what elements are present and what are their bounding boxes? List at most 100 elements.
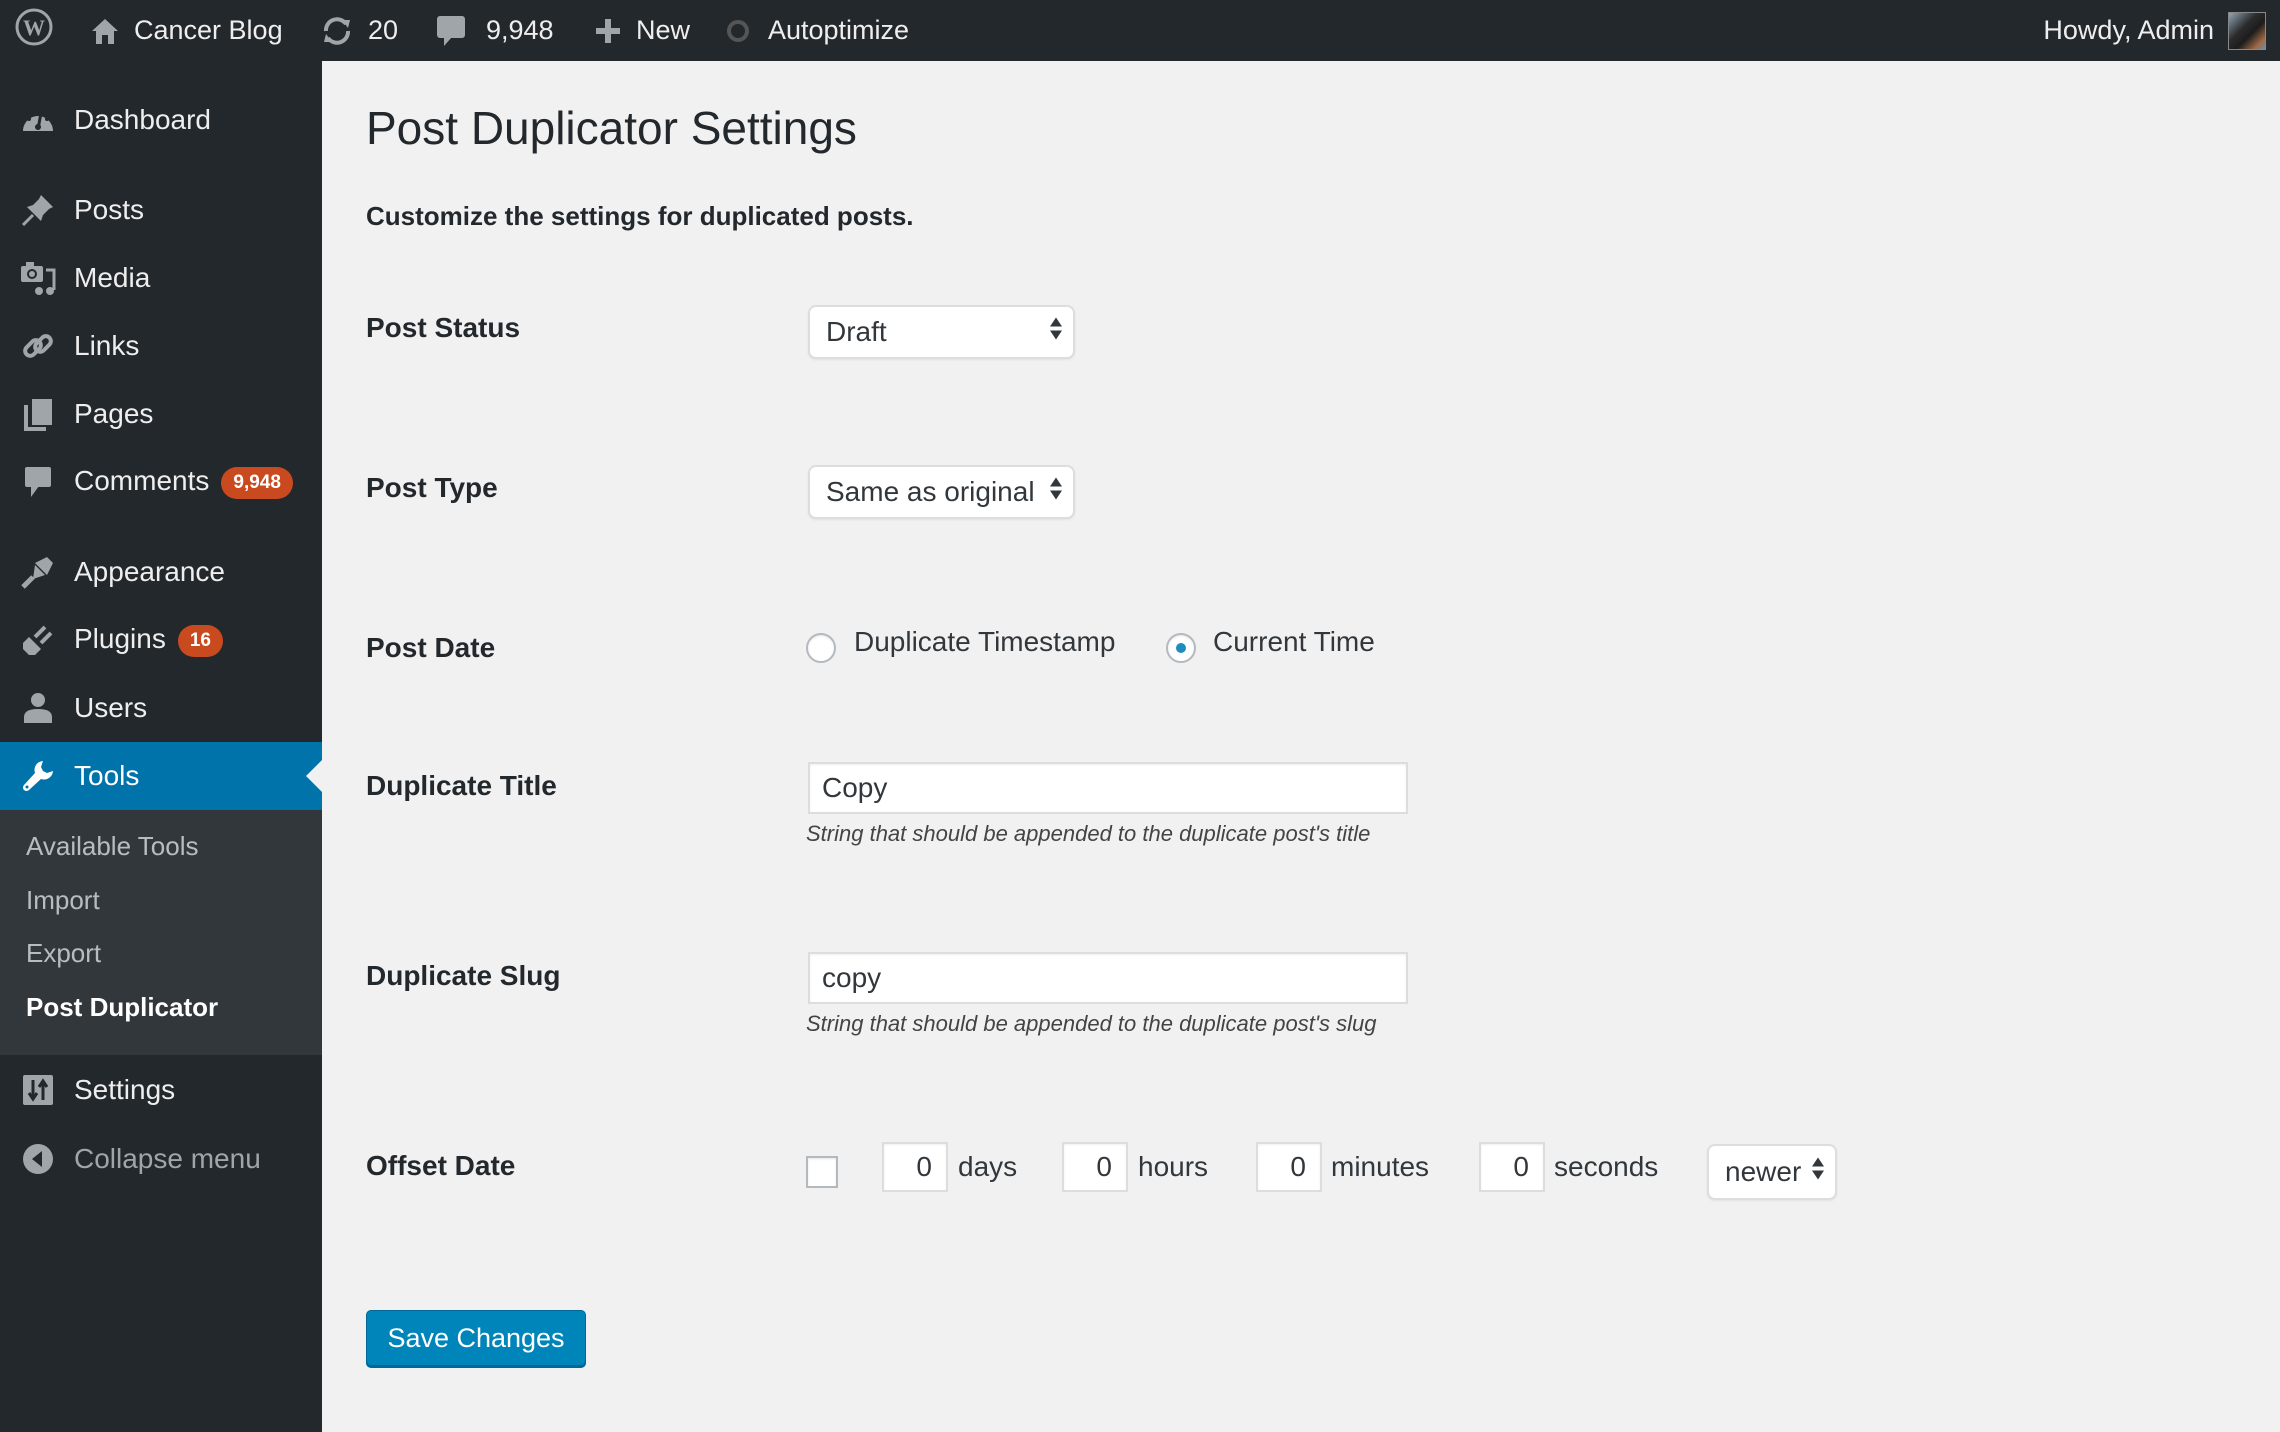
sidebar-item-label: Collapse menu [74, 1143, 261, 1174]
sidebar-item-label: Links [74, 330, 140, 361]
sidebar-item-media[interactable]: Media [0, 246, 322, 310]
updates-link[interactable]: 20 [320, 0, 398, 61]
settings-icon [20, 1072, 56, 1108]
sidebar-item-label: Plugins 16 [74, 623, 223, 657]
post-type-value: Same as original [826, 476, 1035, 507]
new-content-link[interactable]: New [594, 0, 690, 61]
collapse-icon [20, 1141, 56, 1177]
admin-sidebar: Dashboard Posts Media Links Pages Commen… [0, 61, 322, 1432]
radio-duplicate-timestamp-label[interactable]: Duplicate Timestamp [854, 626, 1115, 658]
offset-direction-select[interactable]: newer [1707, 1144, 1837, 1200]
offset-minutes-value: 0 [1290, 1151, 1306, 1182]
duplicate-title-label: Duplicate Title [366, 770, 557, 801]
offset-hours-value: 0 [1096, 1151, 1112, 1182]
sidebar-item-links[interactable]: Links [0, 314, 322, 378]
avatar[interactable] [2228, 12, 2266, 50]
offset-seconds-value: 0 [1513, 1151, 1529, 1182]
hours-unit-label: hours [1138, 1151, 1209, 1182]
offset-seconds-input[interactable]: 0 [1479, 1142, 1545, 1192]
duplicate-slug-label: Duplicate Slug [366, 960, 561, 991]
minutes-unit-label: minutes [1331, 1151, 1430, 1182]
offset-days-input[interactable]: 0 [882, 1142, 948, 1192]
sidebar-item-dashboard[interactable]: Dashboard [0, 88, 322, 152]
tools-submenu: Available Tools Import Export Post Dupli… [0, 810, 322, 1055]
offset-days-value: 0 [916, 1151, 932, 1182]
sidebar-item-label: Dashboard [74, 104, 211, 135]
submenu-item-export[interactable]: Export [26, 938, 101, 969]
autoptimize-label: Autoptimize [768, 15, 910, 45]
pages-icon [20, 396, 56, 432]
site-name: Cancer Blog [134, 15, 283, 45]
offset-minutes-input[interactable]: 0 [1256, 1142, 1322, 1192]
seconds-unit-label: seconds [1554, 1151, 1659, 1182]
duplicate-title-help: String that should be appended to the du… [806, 821, 1371, 846]
collapse-menu-button[interactable]: Collapse menu [0, 1127, 322, 1191]
my-account-link[interactable]: Howdy, Admin [2043, 0, 2214, 61]
submenu-item-available-tools[interactable]: Available Tools [26, 831, 199, 862]
days-unit-label: days [958, 1151, 1018, 1182]
wrench-icon [20, 758, 56, 794]
select-arrows-icon [1811, 1156, 1825, 1189]
sidebar-item-comments[interactable]: Comments 9,948 [0, 450, 322, 514]
sidebar-item-label: Settings [74, 1074, 176, 1105]
submenu-item-import[interactable]: Import [26, 885, 100, 916]
updates-icon [320, 14, 354, 48]
radio-current-time-label[interactable]: Current Time [1213, 626, 1375, 658]
autoptimize-link[interactable]: Autoptimize [726, 0, 909, 61]
sidebar-item-appearance[interactable]: Appearance [0, 540, 322, 604]
radio-duplicate-timestamp[interactable] [806, 633, 836, 663]
offset-date-checkbox[interactable] [806, 1156, 838, 1188]
post-status-value: Draft [826, 316, 887, 347]
post-type-label: Post Type [366, 472, 498, 503]
duplicate-slug-help: String that should be appended to the du… [806, 1011, 1377, 1036]
wordpress-logo-icon: W [14, 7, 54, 54]
duplicate-slug-value: copy [822, 962, 882, 993]
media-icon [20, 260, 56, 296]
sidebar-item-label: Users [74, 692, 148, 723]
sidebar-item-label: Pages [74, 398, 154, 429]
page-description: Customize the settings for duplicated po… [366, 201, 914, 231]
post-status-select[interactable]: Draft [808, 305, 1075, 359]
comments-count: 9,948 [486, 15, 554, 45]
post-type-select[interactable]: Same as original [808, 465, 1075, 519]
sidebar-item-label: Appearance [74, 556, 226, 587]
duplicate-title-input[interactable]: Copy [808, 762, 1408, 814]
comments-label: Comments [74, 465, 210, 497]
sidebar-item-posts[interactable]: Posts [0, 178, 322, 242]
comments-count-badge: 9,948 [221, 466, 293, 499]
duplicate-title-value: Copy [822, 772, 888, 803]
dashboard-icon [20, 102, 56, 138]
sidebar-item-label: Comments 9,948 [74, 465, 293, 499]
greeting: Howdy, Admin [2043, 15, 2214, 45]
sidebar-item-users[interactable]: Users [0, 676, 322, 740]
post-status-label: Post Status [366, 312, 521, 343]
select-arrows-icon [1049, 476, 1063, 509]
sidebar-item-label: Posts [74, 194, 145, 225]
submenu-item-post-duplicator[interactable]: Post Duplicator [26, 992, 218, 1023]
svg-text:W: W [23, 15, 45, 40]
page-title: Post Duplicator Settings [366, 102, 857, 154]
duplicate-slug-input[interactable]: copy [808, 952, 1408, 1004]
site-name-link[interactable]: Cancer Blog [90, 0, 283, 61]
sidebar-item-plugins[interactable]: Plugins 16 [0, 608, 322, 672]
sidebar-item-pages[interactable]: Pages [0, 382, 322, 446]
plugins-label: Plugins [74, 623, 166, 655]
offset-hours-input[interactable]: 0 [1062, 1142, 1128, 1192]
sidebar-item-settings[interactable]: Settings [0, 1058, 322, 1122]
admin-bar: W Cancer Blog 20 9,948 New Autoptimize H… [0, 0, 2280, 61]
autoptimize-status-icon [726, 19, 750, 43]
link-icon [20, 328, 56, 364]
plugins-update-badge: 16 [177, 624, 223, 657]
pushpin-icon [20, 192, 56, 228]
comments-link[interactable]: 9,948 [436, 0, 554, 61]
plus-icon [594, 17, 622, 45]
main-content: Post Duplicator Settings Customize the s… [322, 61, 2280, 1432]
comment-icon [20, 464, 56, 500]
comment-icon [436, 14, 466, 48]
post-date-label: Post Date [366, 632, 496, 663]
offset-direction-value: newer [1725, 1156, 1802, 1187]
wordpress-logo-button[interactable]: W [14, 0, 54, 61]
radio-current-time[interactable] [1166, 633, 1196, 663]
save-changes-button[interactable]: Save Changes [366, 1310, 586, 1366]
sidebar-item-tools[interactable]: Tools [0, 742, 322, 810]
